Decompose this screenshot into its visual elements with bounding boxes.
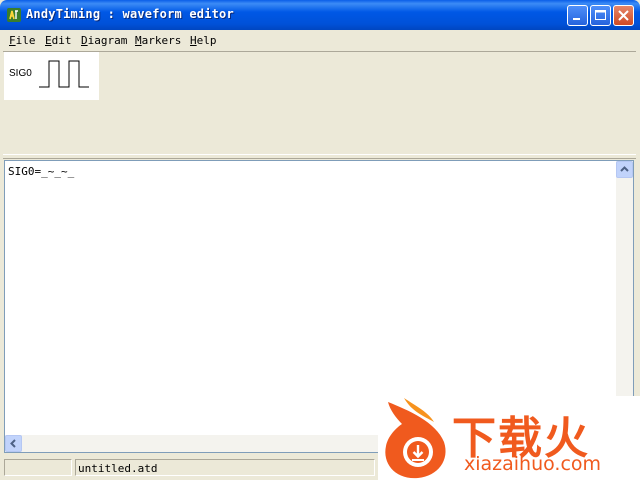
minimize-button[interactable] <box>567 5 588 26</box>
watermark-url: xiazaihuo.com <box>464 453 602 475</box>
scroll-left-button[interactable] <box>5 435 22 452</box>
editor-content[interactable]: SIG0=_~_~_ <box>8 165 74 178</box>
scroll-up-button[interactable] <box>616 161 633 178</box>
arrow-left-icon <box>10 439 16 448</box>
watermark: 下载火 xiazaihuo.com <box>378 396 640 480</box>
arrow-up-icon <box>620 166 629 172</box>
menu-help[interactable]: Help <box>190 34 217 47</box>
menu-file-rest: ile <box>15 34 36 47</box>
signal-waveform <box>39 60 89 88</box>
status-panel-filename: untitled.atd <box>75 459 375 476</box>
menu-markers[interactable]: Markers <box>135 34 181 47</box>
waveform-canvas[interactable]: SIG0 <box>4 52 99 100</box>
panel-splitter[interactable] <box>3 154 636 159</box>
status-filename: untitled.atd <box>78 462 158 475</box>
maximize-button[interactable] <box>590 5 611 26</box>
app-window: AndyTiming : waveform editor File Edit D… <box>0 0 640 480</box>
title-bar[interactable]: AndyTiming : waveform editor <box>0 0 640 30</box>
status-panel-left <box>4 459 72 476</box>
menu-edit[interactable]: Edit <box>45 34 72 47</box>
window-title: AndyTiming : waveform editor <box>26 7 234 21</box>
menu-markers-rest: arkers <box>141 34 182 47</box>
menu-bar: File Edit Diagram Markers Help <box>0 30 640 50</box>
menu-diagram-rest: iagram <box>87 34 128 47</box>
menu-file[interactable]: File <box>9 34 36 47</box>
menu-edit-rest: dit <box>51 34 72 47</box>
vertical-scrollbar[interactable] <box>616 161 633 436</box>
flame-logo-icon <box>385 398 446 479</box>
waveform-trace <box>39 60 89 88</box>
menu-help-rest: elp <box>196 34 217 47</box>
app-logo-icon <box>6 7 22 23</box>
menu-diagram[interactable]: Diagram <box>81 34 127 47</box>
close-button[interactable] <box>613 5 634 26</box>
